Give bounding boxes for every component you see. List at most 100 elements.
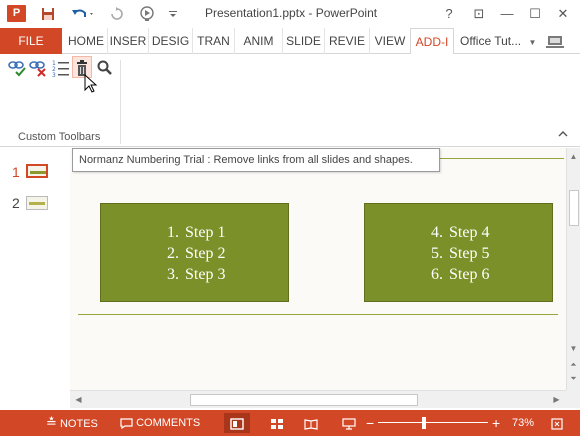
list-number: 1. [167,224,179,241]
zoom-slider-thumb[interactable] [422,417,426,429]
previous-slide-icon[interactable]: ⏶ [567,358,580,372]
reading-view-button[interactable] [298,413,324,433]
horizontal-scrollbar[interactable]: ◀ ▶ [70,390,566,408]
close-button[interactable]: ✕ [550,3,576,25]
list-item: 4. Step 4 [365,222,554,243]
save-icon[interactable] [38,5,58,23]
slide-thumbnail-pane: 1 2 [0,148,70,410]
list-item: 5. Step 5 [365,243,554,264]
slide-show-button[interactable] [336,413,362,433]
search-icon[interactable] [95,58,115,78]
thumbnail-content [29,202,45,205]
list-number: 4. [431,224,443,241]
tab-design[interactable]: DESIG [149,28,193,54]
list-item: 6. Step 6 [365,264,554,285]
tab-view[interactable]: VIEW [370,28,410,54]
zoom-percent[interactable]: 73% [512,410,534,436]
undo-icon[interactable] [66,5,100,23]
normal-view-button[interactable] [224,413,250,433]
zoom-slider-track[interactable] [378,422,488,423]
group-label-custom-toolbars: Custom Toolbars [18,131,101,143]
tooltip: Normanz Numbering Trial : Remove links f… [72,148,440,172]
group-separator [120,60,121,144]
ribbon-display-options-button[interactable]: ⊡ [466,3,492,25]
fit-to-window-icon [551,418,563,430]
list-number: 6. [431,266,443,283]
tab-add-ins[interactable]: ADD-I [410,28,454,55]
start-from-beginning-icon[interactable] [134,5,160,23]
tab-insert[interactable]: INSER [108,28,149,54]
list-number: 2. [167,245,179,262]
status-bar: ≛ NOTES COMMENTS − + 73% [0,410,580,436]
redo-icon[interactable] [108,5,126,23]
fit-slide-button[interactable] [544,413,570,433]
comments-button[interactable]: COMMENTS [120,410,200,436]
slide-thumbnail-1[interactable] [26,164,48,178]
tab-file[interactable]: FILE [0,28,62,54]
maximize-button[interactable]: ☐ [522,3,548,25]
list-text: Step 1 [185,224,226,241]
comment-icon [120,417,133,429]
help-button[interactable]: ? [436,3,462,25]
svg-text:3: 3 [52,72,56,78]
thumbnail-number: 1 [12,164,20,180]
comments-label: COMMENTS [136,417,201,429]
list-item: 2. Step 2 [101,243,290,264]
tab-animations[interactable]: ANIM [235,28,283,54]
list-text: Step 4 [449,224,490,241]
slide-editor[interactable]: 1. Step 1 2. Step 2 3. Step 3 4. Step 4 … [70,148,566,390]
scrollbar-corner [566,390,580,408]
next-slide-icon[interactable]: ⏷ [567,372,580,386]
tab-home[interactable]: HOME [65,28,108,54]
user-account[interactable]: Office Tut... ▼ [460,28,566,54]
step-box-right[interactable]: 4. Step 4 5. Step 5 6. Step 6 [364,203,553,302]
chevron-down-icon: ▼ [528,38,537,47]
link-check-icon[interactable] [7,58,27,78]
powerpoint-logo-icon: P [7,5,26,22]
slide-thumbnail-2[interactable] [26,196,48,210]
slide-canvas[interactable]: 1. Step 1 2. Step 2 3. Step 3 4. Step 4 … [70,148,566,390]
scroll-down-icon[interactable]: ▼ [567,342,580,356]
tab-slide-show[interactable]: SLIDE [283,28,325,54]
minimize-button[interactable]: — [494,3,520,25]
mouse-cursor-icon [84,74,98,93]
user-avatar-icon [545,35,564,48]
list-text: Step 6 [449,266,490,283]
vertical-scrollbar[interactable]: ▲ ▼ ⏶ ⏷ [566,148,580,390]
slide-sorter-icon [271,418,283,429]
zoom-in-button[interactable]: + [492,410,500,436]
notes-icon: ≛ [46,415,57,430]
slide-divider-line [78,314,558,315]
list-item: 1. Step 1 [101,222,290,243]
tab-transitions[interactable]: TRAN [193,28,235,54]
vertical-scroll-thumb[interactable] [569,190,579,226]
customize-qat-icon[interactable] [166,5,180,23]
notes-button[interactable]: ≛ NOTES [46,410,98,436]
step-box-left[interactable]: 1. Step 1 2. Step 2 3. Step 3 [100,203,289,302]
ribbon-tabs: FILE HOME INSER DESIG TRAN ANIM SLIDE RE… [0,28,580,55]
window-title: Presentation1.pptx - PowerPoint [205,6,378,20]
list-text: Step 5 [449,245,490,262]
zoom-out-button[interactable]: − [366,410,374,436]
reading-view-icon [304,419,318,430]
thumbnail-content [30,171,46,174]
list-number: 3. [167,266,179,283]
tab-review[interactable]: REVIE [325,28,370,54]
link-remove-icon[interactable] [28,58,48,78]
ribbon-panel: 1 2 3 Custom Toolbars [0,54,580,147]
list-text: Step 3 [185,266,226,283]
scroll-left-icon[interactable]: ◀ [72,393,85,407]
scroll-up-icon[interactable]: ▲ [567,150,580,164]
collapse-ribbon-icon[interactable] [558,130,568,141]
numbering-icon[interactable]: 1 2 3 [52,58,72,78]
title-bar: P Presentation1.pptx - PowerPoint ? ⊡ — … [0,0,580,28]
scroll-right-icon[interactable]: ▶ [550,393,563,407]
slide-sorter-button[interactable] [264,413,290,433]
slide-show-icon [342,418,356,430]
user-name: Office Tut... [460,34,522,48]
notes-label: NOTES [59,418,98,430]
horizontal-scroll-thumb[interactable] [190,394,418,406]
list-text: Step 2 [185,245,226,262]
list-number: 5. [431,245,443,262]
normal-view-icon [230,418,244,430]
